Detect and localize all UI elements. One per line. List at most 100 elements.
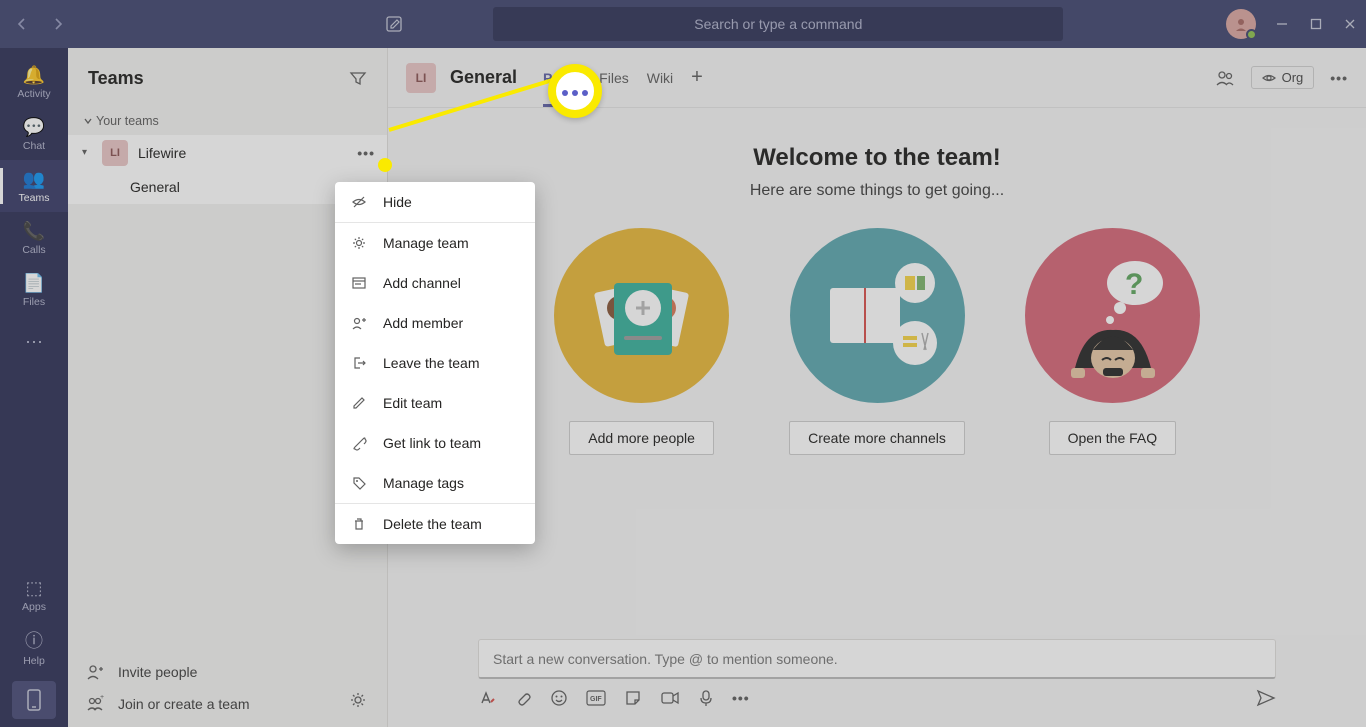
ctx-delete-team[interactable]: Delete the team (335, 504, 535, 544)
format-button[interactable] (478, 689, 496, 707)
card-illustration-people (554, 228, 729, 403)
rail-label: Apps (22, 601, 46, 613)
team-name: Lifewire (138, 145, 347, 161)
channel-more-button[interactable]: ••• (1330, 70, 1348, 86)
invite-people-button[interactable]: Invite people (86, 663, 369, 681)
ctx-leave-team[interactable]: Leave the team (335, 343, 535, 383)
emoji-button[interactable] (550, 689, 568, 707)
filter-button[interactable] (349, 69, 367, 87)
meet-button[interactable] (660, 690, 680, 706)
send-button[interactable] (1256, 689, 1276, 707)
rail-apps[interactable]: ⬚ Apps (0, 569, 68, 621)
ctx-manage-team[interactable]: Manage team (335, 223, 535, 263)
sticker-icon (624, 689, 642, 707)
tab-files[interactable]: Files (599, 48, 629, 107)
add-channel-icon (351, 275, 369, 291)
leave-icon (351, 355, 369, 371)
org-button[interactable]: Org (1251, 66, 1315, 89)
people-icon: 👥 (23, 169, 45, 190)
search-input[interactable]: Search or type a command (493, 7, 1063, 41)
chevron-down-icon: ▾ (82, 147, 92, 158)
ellipsis-icon (560, 83, 590, 99)
rail-files[interactable]: 📄 Files (0, 264, 68, 316)
compose-region: Start a new conversation. Type @ to ment… (388, 625, 1366, 727)
ellipsis-icon: ⋯ (25, 332, 43, 353)
send-icon (1256, 689, 1276, 707)
tab-wiki[interactable]: Wiki (647, 48, 673, 107)
link-icon (351, 435, 369, 451)
titlebar: Search or type a command (0, 0, 1366, 48)
channel-title: General (450, 67, 517, 88)
channel-name: General (130, 179, 180, 195)
gif-button[interactable]: GIF (586, 690, 606, 706)
chat-icon: 💬 (23, 117, 45, 138)
ctx-edit-team[interactable]: Edit team (335, 383, 535, 423)
compose-input[interactable]: Start a new conversation. Type @ to ment… (478, 639, 1276, 679)
window-close-button[interactable] (1342, 16, 1358, 32)
presence-indicator (1246, 29, 1257, 40)
teams-title: Teams (88, 68, 349, 89)
gif-icon: GIF (586, 690, 606, 706)
ctx-get-link[interactable]: Get link to team (335, 423, 535, 463)
compose-more-button[interactable]: ••• (732, 690, 750, 706)
join-icon: + (86, 695, 104, 713)
window-minimize-button[interactable] (1274, 16, 1290, 32)
stream-icon (698, 689, 714, 707)
teams-group-label[interactable]: Your teams (68, 108, 387, 134)
channel-avatar: LI (406, 63, 436, 93)
ctx-hide[interactable]: Hide (335, 182, 535, 222)
help-icon: ⓘ (25, 627, 43, 653)
ctx-manage-tags[interactable]: Manage tags (335, 463, 535, 503)
ctx-add-channel[interactable]: Add channel (335, 263, 535, 303)
pencil-icon (351, 395, 369, 411)
chevron-down-icon (84, 117, 92, 125)
gear-icon (349, 691, 367, 709)
file-icon: 📄 (23, 273, 45, 294)
team-more-button[interactable]: ••• (357, 145, 375, 161)
profile-avatar[interactable] (1226, 9, 1256, 39)
svg-text:+: + (100, 695, 104, 701)
rail-calls[interactable]: 📞 Calls (0, 212, 68, 264)
card-illustration-faq: ? (1025, 228, 1200, 403)
rail-devices[interactable] (12, 681, 56, 719)
join-create-team-button[interactable]: + Join or create a team (86, 695, 369, 713)
window-maximize-button[interactable] (1308, 16, 1324, 32)
new-message-button[interactable] (380, 10, 408, 38)
nav-forward-button[interactable] (44, 10, 72, 38)
smiley-icon (550, 689, 568, 707)
stream-button[interactable] (698, 689, 714, 707)
add-tab-button[interactable]: + (691, 66, 703, 89)
annotation-origin-dot (378, 158, 392, 172)
rail-chat[interactable]: 💬 Chat (0, 108, 68, 160)
bell-icon: 🔔 (23, 65, 45, 86)
hide-icon (351, 194, 369, 210)
search-placeholder: Search or type a command (694, 16, 862, 32)
team-people-button[interactable] (1215, 68, 1235, 88)
rail-activity[interactable]: 🔔 Activity (0, 56, 68, 108)
sticker-button[interactable] (624, 689, 642, 707)
rail-more[interactable]: ⋯ (0, 316, 68, 368)
ctx-add-member[interactable]: Add member (335, 303, 535, 343)
rail-label: Teams (19, 192, 50, 204)
create-more-channels-button[interactable]: Create more channels (789, 421, 965, 455)
video-icon (660, 690, 680, 706)
rail-label: Files (23, 296, 45, 308)
gear-icon (351, 235, 369, 251)
paperclip-icon (514, 689, 532, 707)
rail-label: Activity (17, 88, 50, 100)
nav-back-button[interactable] (8, 10, 36, 38)
attach-button[interactable] (514, 689, 532, 707)
open-faq-button[interactable]: Open the FAQ (1049, 421, 1177, 455)
channel-header: LI General Posts Files Wiki + Org ••• (388, 48, 1366, 108)
card-illustration-channels (790, 228, 965, 403)
rail-teams[interactable]: 👥 Teams (0, 160, 68, 212)
rail-label: Calls (22, 244, 45, 256)
add-more-people-button[interactable]: Add more people (569, 421, 714, 455)
rail-help[interactable]: ⓘ Help (0, 621, 68, 673)
add-member-icon (351, 315, 369, 331)
teams-settings-button[interactable] (349, 691, 367, 709)
annotation-highlight-circle (548, 64, 602, 118)
team-row-lifewire[interactable]: ▾ LI Lifewire ••• (68, 134, 387, 170)
compose-placeholder: Start a new conversation. Type @ to ment… (493, 651, 838, 667)
rail-label: Chat (23, 140, 45, 152)
